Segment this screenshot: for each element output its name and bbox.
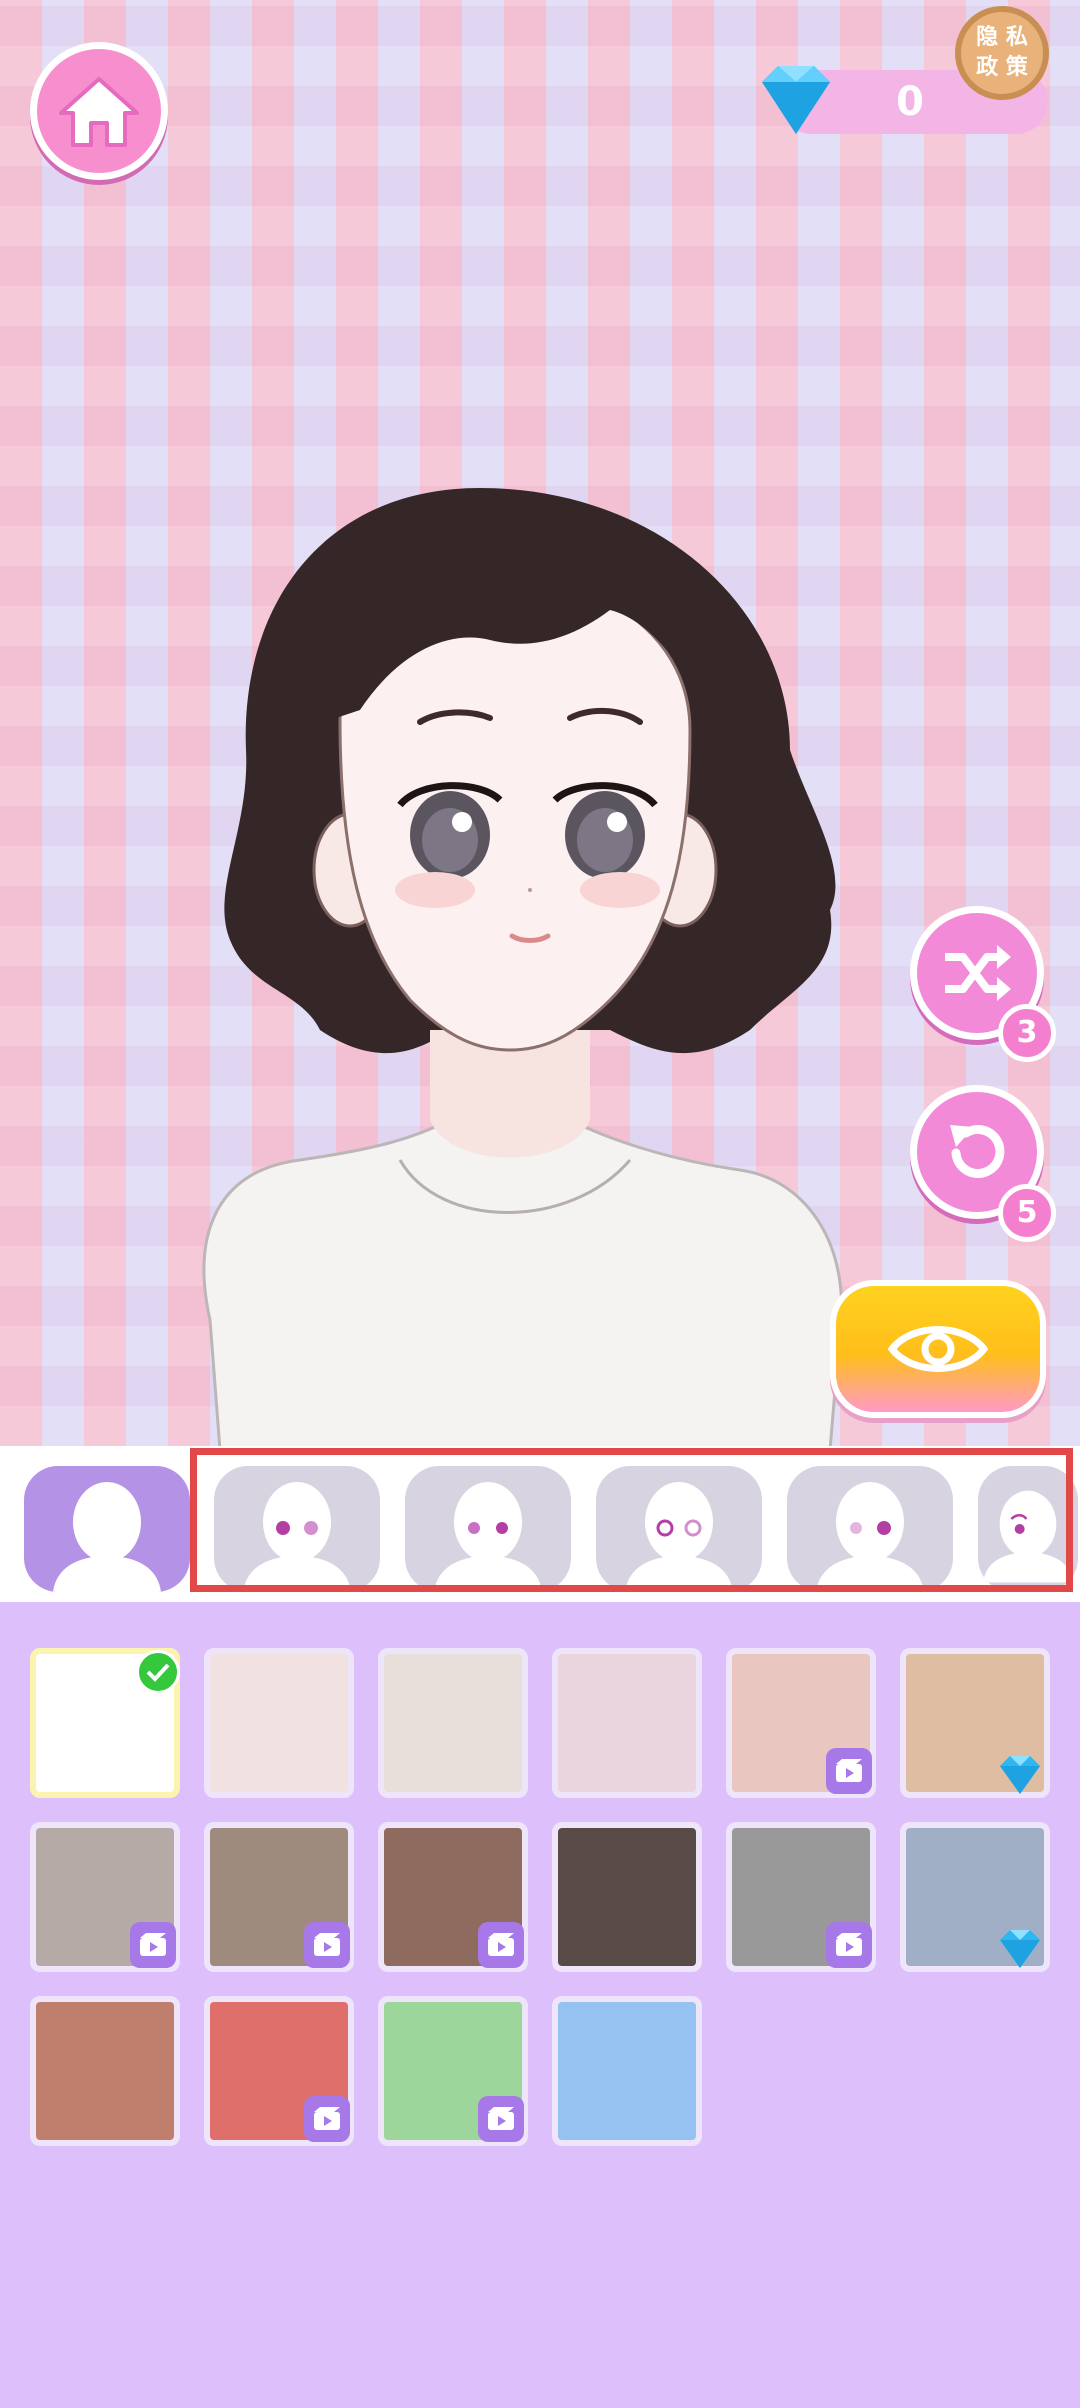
color-swatch[interactable] xyxy=(30,1822,180,1972)
character-avatar xyxy=(202,488,843,1446)
privacy-label-line2: 政 策 xyxy=(976,55,1028,80)
eye-icon xyxy=(888,1326,988,1372)
blank-face-icon xyxy=(53,1482,161,1592)
color-swatch[interactable] xyxy=(204,1822,354,1972)
video-ad-icon xyxy=(304,1922,350,1968)
color-swatch[interactable] xyxy=(204,1996,354,2146)
color-swatch[interactable] xyxy=(30,1648,180,1798)
face-tabs-highlight-frame xyxy=(190,1448,1073,1592)
color-swatch[interactable] xyxy=(900,1822,1050,1972)
video-ad-icon xyxy=(478,2096,524,2142)
video-ad-icon xyxy=(826,1748,872,1794)
home-button[interactable] xyxy=(30,42,168,180)
undo-count-badge: 5 xyxy=(998,1184,1056,1242)
color-swatch[interactable] xyxy=(726,1648,876,1798)
gem-count: 0 xyxy=(896,79,924,125)
video-ad-icon xyxy=(130,1922,176,1968)
video-ad-icon xyxy=(304,2096,350,2142)
shuffle-count-badge: 3 xyxy=(998,1004,1056,1062)
color-swatch[interactable] xyxy=(552,1648,702,1798)
color-swatch[interactable] xyxy=(378,1648,528,1798)
color-swatch[interactable] xyxy=(900,1648,1050,1798)
diamond-icon xyxy=(1000,1756,1040,1794)
diamond-icon xyxy=(762,66,830,134)
video-ad-icon xyxy=(478,1922,524,1968)
color-swatch[interactable] xyxy=(726,1822,876,1972)
privacy-label-line1: 隐 私 xyxy=(976,25,1028,50)
face-tab-blank[interactable] xyxy=(24,1466,190,1592)
color-swatch[interactable] xyxy=(30,1996,180,2146)
color-swatch[interactable] xyxy=(552,1822,702,1972)
color-swatch[interactable] xyxy=(378,1996,528,2146)
color-swatch[interactable] xyxy=(378,1822,528,1972)
video-ad-icon xyxy=(826,1922,872,1968)
shuffle-icon xyxy=(945,945,1011,1001)
selected-check-icon xyxy=(136,1650,180,1694)
color-swatch[interactable] xyxy=(204,1648,354,1798)
privacy-policy-button[interactable]: 隐 私 政 策 xyxy=(955,6,1049,100)
color-swatch[interactable] xyxy=(552,1996,702,2146)
diamond-icon xyxy=(1000,1930,1040,1968)
home-icon xyxy=(59,77,139,147)
undo-icon xyxy=(950,1125,1005,1178)
character-preview-area: 0 隐 私 政 策 3 5 xyxy=(0,0,1080,1446)
preview-eye-button[interactable] xyxy=(830,1280,1046,1418)
